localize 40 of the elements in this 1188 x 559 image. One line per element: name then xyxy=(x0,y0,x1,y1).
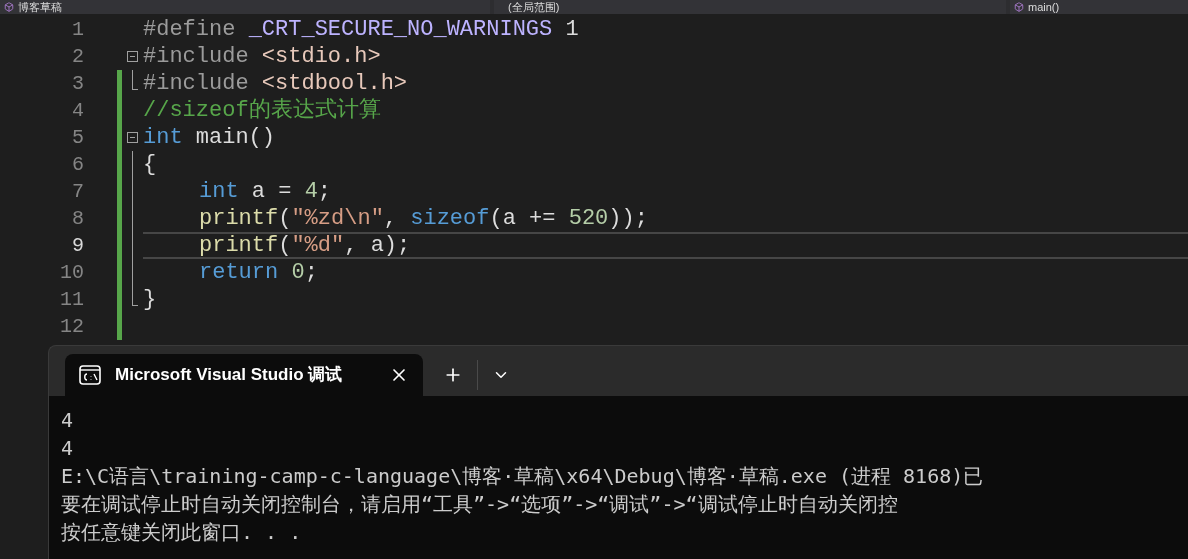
code-line: int main() xyxy=(143,124,277,151)
cube-icon xyxy=(1014,2,1024,12)
output-line: 要在调试停止时自动关闭控制台，请启用“工具”->“选项”->“调试”->“调试停止时自动关闭控 xyxy=(61,491,898,518)
line-number: 9 xyxy=(71,232,84,259)
code-line: return 0; xyxy=(198,259,319,286)
code-line: printf("%d", a); xyxy=(143,232,1188,259)
code-line: #define _CRT_SECURE_NO_WARNINGS 1 xyxy=(143,16,580,43)
line-number: 1 xyxy=(71,16,84,43)
line-number: 11 xyxy=(59,286,84,313)
line-number: 8 xyxy=(71,205,84,232)
code-line: int a = 4; xyxy=(198,178,333,205)
collapse-icon[interactable] xyxy=(127,132,138,143)
line-number: 6 xyxy=(71,151,84,178)
code-line: #include <stdio.h> xyxy=(143,43,382,70)
fold-end-guide xyxy=(132,286,138,306)
line-number: 10 xyxy=(59,259,84,286)
code-line: //sizeof的表达式计算 xyxy=(143,97,382,124)
fold-end-guide xyxy=(132,70,138,90)
member-dropdown[interactable]: main() xyxy=(1010,0,1188,14)
code-line: printf("%zd\n", sizeof(a += 520)); xyxy=(198,205,649,232)
output-line: 4 xyxy=(61,407,74,434)
terminal-tab[interactable]: Microsoft Visual Studio 调试 xyxy=(65,354,423,396)
console-icon xyxy=(79,365,101,385)
line-number: 4 xyxy=(71,97,84,124)
code-line: } xyxy=(143,286,158,313)
output-line: E:\C语言\training-camp-c-language\博客·草稿\x64\Debug\博客·草稿.exe (进程 8168)已 xyxy=(61,463,984,490)
project-dropdown[interactable]: 博客草稿 xyxy=(0,0,490,14)
code-line: { xyxy=(143,151,158,178)
output-line: 按任意键关闭此窗口. . . xyxy=(61,519,302,546)
line-number: 5 xyxy=(71,124,84,151)
tab-title: Microsoft Visual Studio 调试 xyxy=(115,364,344,387)
collapse-icon[interactable] xyxy=(127,51,138,62)
scope-dropdown[interactable]: (全局范围) xyxy=(494,0,1006,14)
line-number: 2 xyxy=(71,43,84,70)
project-icon xyxy=(4,2,14,12)
line-number: 7 xyxy=(71,178,84,205)
line-number: 12 xyxy=(59,313,84,340)
output-line: 4 xyxy=(61,435,74,462)
line-number: 3 xyxy=(71,70,84,97)
code-line: #include <stdbool.h> xyxy=(143,70,409,97)
